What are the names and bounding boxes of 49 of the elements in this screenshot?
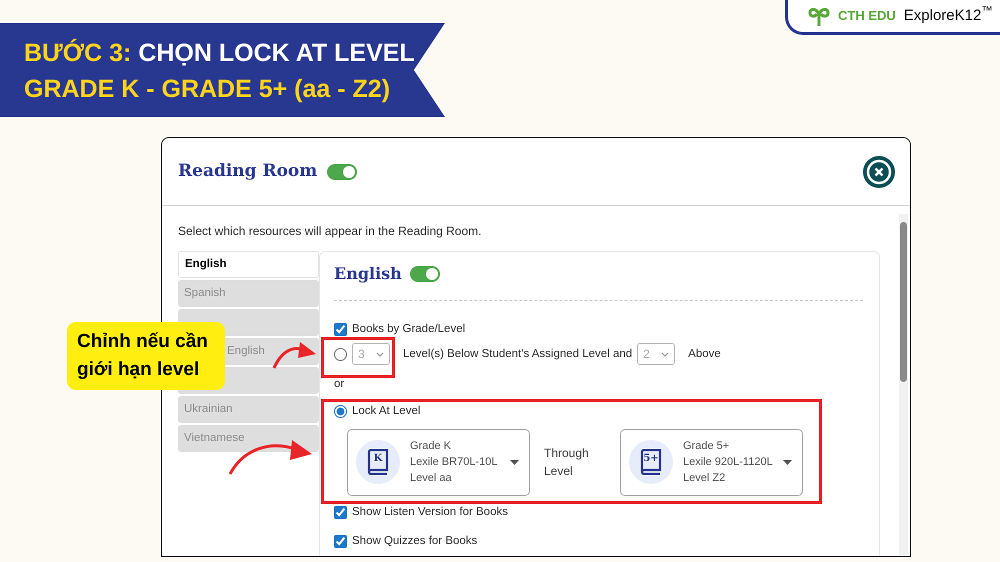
- or-text: or: [334, 377, 344, 392]
- book-icon: [366, 449, 390, 476]
- through-text: Through Level: [544, 445, 590, 480]
- caret-icon: [783, 460, 792, 465]
- radio-label: Lock At Level: [352, 404, 420, 418]
- level-info: Level Z2: [683, 471, 726, 486]
- toggle-switch[interactable]: [327, 164, 358, 180]
- banner-title: CHỌN LOCK AT LEVEL: [138, 39, 415, 67]
- level-info: Grade 5+: [683, 439, 730, 454]
- option-text: Level(s) Below Student's Assigned Level and: [403, 346, 632, 362]
- callout-tooltip: Chỉnh nếu cần giới hạn level: [67, 322, 225, 390]
- level-info: Level aa: [410, 471, 453, 486]
- toggle-switch[interactable]: [410, 266, 440, 282]
- option-text: Above: [688, 346, 721, 362]
- level-dropdown[interactable]: 5+ Grade 5+ Lexile 920L-1120L Level Z2: [620, 428, 803, 496]
- checkbox[interactable]: [334, 535, 347, 548]
- language-tab[interactable]: Ukrainian: [178, 396, 319, 423]
- caret-icon: [510, 460, 519, 465]
- grade-label: K: [372, 453, 384, 466]
- dialog-title: Reading Room: [178, 160, 318, 183]
- checkbox-label: Show Quizzes for Books: [352, 534, 478, 549]
- checkbox[interactable]: [334, 506, 347, 519]
- radio-button[interactable]: [334, 404, 347, 418]
- level-info: Lexile 920L-1120L: [683, 455, 773, 470]
- brand-name: CTH EDU: [838, 7, 896, 26]
- checkbox-label: Show Listen Version for Books: [352, 504, 508, 520]
- banner-subtitle: GRADE K - GRADE 5+ (aa - Z2): [24, 75, 390, 103]
- radio-button[interactable]: [334, 348, 347, 361]
- checkbox[interactable]: [334, 323, 347, 336]
- book-icon: [639, 449, 663, 476]
- language-tab[interactable]: Spanish: [178, 280, 319, 307]
- level-dropdown[interactable]: K Grade K Lexile BR70L-10L Level aa: [347, 428, 530, 496]
- close-icon: [866, 158, 892, 184]
- arrow: [272, 340, 318, 370]
- brand-name: ExploreK12$^{™}$: [904, 4, 993, 26]
- grade-label: 5+: [642, 453, 660, 466]
- language-tab[interactable]: English: [178, 251, 319, 278]
- close-button[interactable]: [863, 156, 895, 188]
- language-tab[interactable]: Vietnamese: [178, 425, 319, 452]
- intro-text: Select which resources will appear in the Reading Room.: [178, 223, 482, 240]
- checkbox-label: Books by Grade/Level: [352, 322, 466, 337]
- sprout-icon: [808, 6, 830, 26]
- level-info: Lexile BR70L-10L: [410, 455, 498, 470]
- section-title: English: [334, 263, 402, 285]
- level-info: Grade K: [410, 439, 452, 454]
- chevron-icon: [661, 352, 670, 357]
- step-label: BƯỚC 3:: [24, 39, 132, 67]
- scrollbar[interactable]: [899, 214, 908, 556]
- chevron-icon: [376, 352, 384, 357]
